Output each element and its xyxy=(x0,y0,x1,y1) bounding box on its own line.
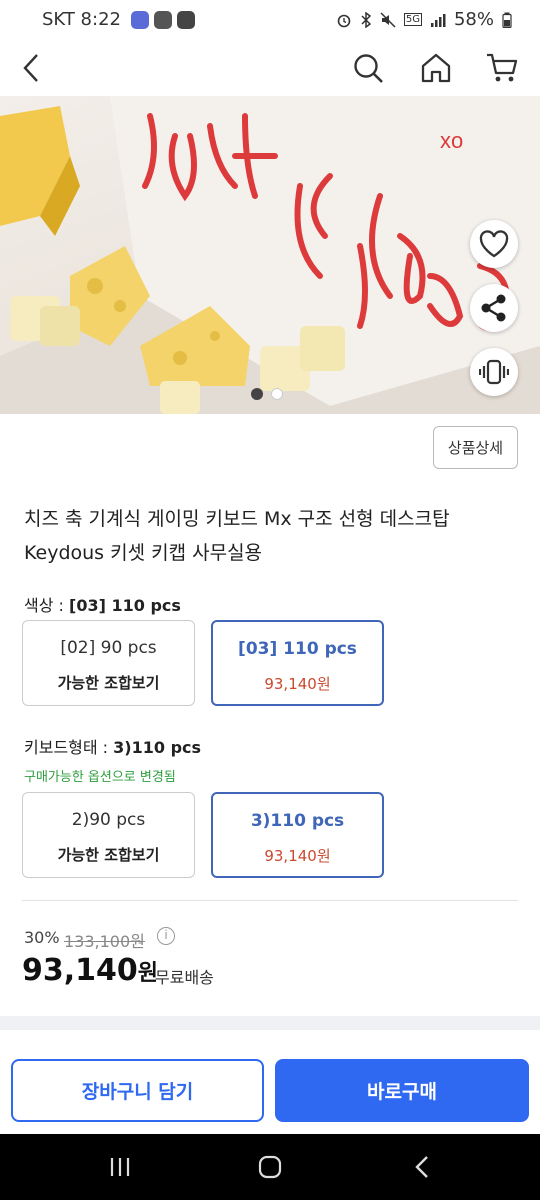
recent-apps-button[interactable] xyxy=(105,1154,135,1180)
home-nav-icon xyxy=(258,1155,282,1179)
pagination-dot[interactable] xyxy=(271,388,283,400)
shape-option-90[interactable]: 2)90 pcs 가능한 조합보기 xyxy=(22,792,195,878)
alarm-icon xyxy=(337,14,351,27)
option-changed-notice: 구매가능한 옵션으로 변경됨 xyxy=(24,770,176,785)
shape-option-110-name: 3)110 pcs xyxy=(250,811,345,831)
product-photo: xo xyxy=(0,96,540,414)
wishlist-button[interactable] xyxy=(470,220,518,268)
discord-icon xyxy=(154,11,172,29)
mute-icon xyxy=(380,11,396,28)
section-divider xyxy=(22,900,518,901)
add-to-cart-button[interactable]: 장바구니 담기 xyxy=(11,1059,264,1122)
app-notification-icon xyxy=(131,11,149,29)
color-option-label: 색상 : [03] 110 pcs xyxy=(24,592,181,616)
product-detail-button[interactable]: 상품상세 xyxy=(433,426,518,469)
color-option-03-price: 93,140원 xyxy=(264,675,331,693)
signal-icon xyxy=(430,13,446,27)
cart-icon xyxy=(487,53,518,82)
color-option-label-text: 색상 : xyxy=(24,596,70,615)
pagination-dot-active[interactable] xyxy=(251,388,263,400)
product-image[interactable]: xo xyxy=(0,96,540,414)
shape-option-label-text: 키보드형태 : xyxy=(24,738,114,757)
home-button[interactable] xyxy=(416,48,456,88)
status-right: 5G 58% xyxy=(336,9,512,30)
recent-apps-icon xyxy=(110,1158,130,1176)
shipping-label: 무료배송 xyxy=(155,968,214,987)
buy-now-button[interactable]: 바로구매 xyxy=(275,1059,529,1122)
current-price: 93,140원 xyxy=(22,953,158,988)
product-title-line2: Keydous 키셋 키캡 사무실용 xyxy=(24,542,263,564)
share-button[interactable] xyxy=(470,284,518,332)
color-option-02-name: [02] 90 pcs xyxy=(60,638,157,658)
discount-rate: 30% xyxy=(24,928,60,947)
shape-option-90-name: 2)90 pcs xyxy=(71,810,146,830)
section-gap xyxy=(0,1016,540,1030)
cart-button[interactable] xyxy=(482,48,522,88)
search-icon xyxy=(354,54,383,83)
bluetooth-icon xyxy=(361,11,372,28)
svg-text:xo: xo xyxy=(440,128,463,153)
current-price-value: 93,140 xyxy=(22,953,138,988)
share-icon xyxy=(481,294,506,322)
shape-option-110[interactable]: 3)110 pcs 93,140원 xyxy=(211,792,384,878)
back-nav-icon xyxy=(415,1156,428,1178)
battery-percent: 58% xyxy=(453,9,494,30)
shape-option-label: 키보드형태 : 3)110 pcs xyxy=(24,734,201,758)
system-nav-bar xyxy=(0,1134,540,1200)
color-option-selected: [03] 110 pcs xyxy=(69,596,181,615)
color-option-02-combo: 가능한 조합보기 xyxy=(57,674,160,692)
vibrate-button[interactable] xyxy=(470,348,518,396)
home-nav-button[interactable] xyxy=(255,1154,285,1180)
app-bar xyxy=(0,40,540,96)
home-icon xyxy=(421,53,451,83)
product-title-line1: 치즈 축 기계식 게이밍 키보드 Mx 구조 선형 데스크탑 xyxy=(24,508,450,530)
vibrate-icon xyxy=(479,359,509,385)
color-option-02[interactable]: [02] 90 pcs 가능한 조합보기 xyxy=(22,620,195,706)
info-icon[interactable]: i xyxy=(157,927,175,945)
back-nav-button[interactable] xyxy=(407,1154,437,1180)
product-title: 치즈 축 기계식 게이밍 키보드 Mx 구조 선형 데스크탑 Keydous 키… xyxy=(24,502,524,570)
status-carrier-time: SKT 8:22 xyxy=(42,9,121,30)
battery-icon xyxy=(502,12,512,28)
shape-option-110-price: 93,140원 xyxy=(264,847,331,865)
image-pagination xyxy=(251,388,283,400)
network-label: 5G xyxy=(403,13,422,26)
heart-icon xyxy=(479,230,509,258)
shape-option-90-combo: 가능한 조합보기 xyxy=(57,846,160,864)
back-button[interactable] xyxy=(12,48,52,88)
back-icon xyxy=(23,54,38,82)
shape-option-selected: 3)110 pcs xyxy=(113,738,202,757)
search-button[interactable] xyxy=(348,48,388,88)
note-icon xyxy=(177,11,195,29)
status-bar: SKT 8:22 5G 58% xyxy=(0,0,540,40)
original-price: 133,100원 xyxy=(64,932,145,951)
color-option-03[interactable]: [03] 110 pcs 93,140원 xyxy=(211,620,384,706)
color-option-03-name: [03] 110 pcs xyxy=(238,639,357,659)
